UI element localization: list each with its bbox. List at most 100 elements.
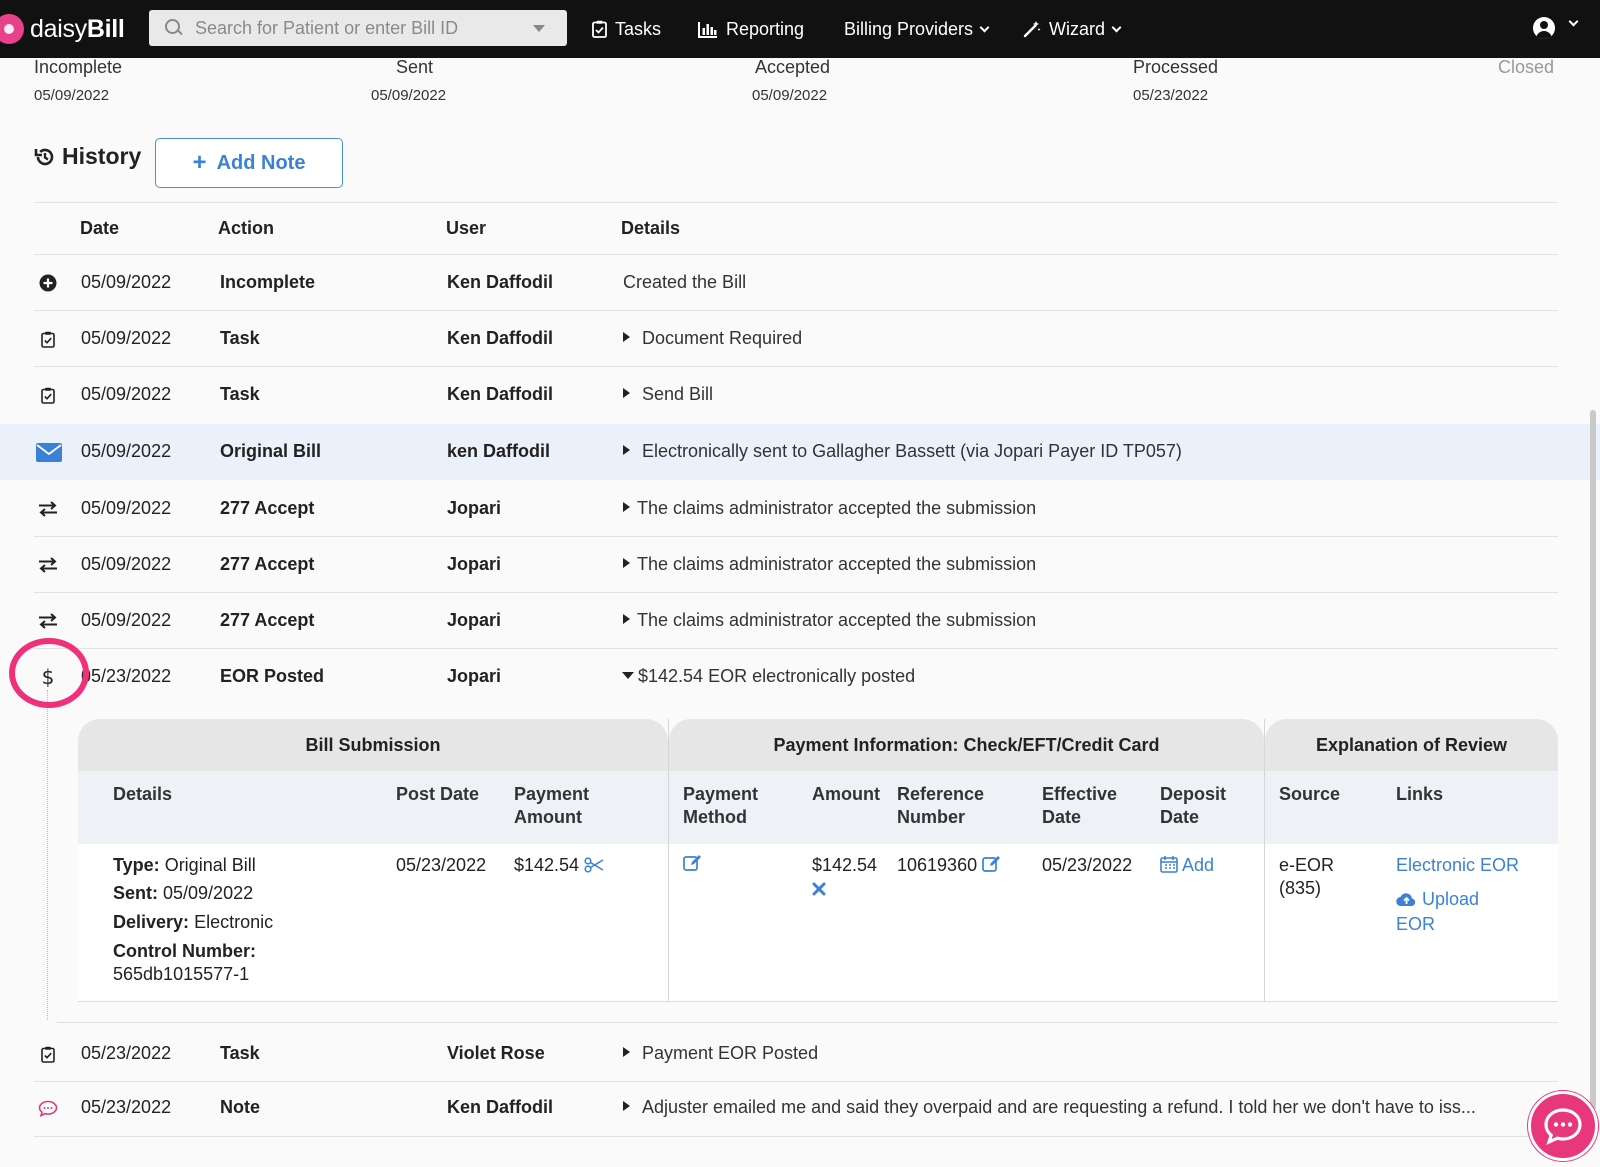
row-user: Violet Rose [447, 1043, 545, 1063]
status-incomplete: Incomplete 05/09/2022 [34, 57, 122, 104]
scissors-icon[interactable] [584, 856, 604, 879]
status-accepted: Accepted 05/09/2022 [752, 57, 830, 104]
row-action: Note [220, 1097, 260, 1117]
status-date: 05/23/2022 [1133, 87, 1209, 104]
column-header-details[interactable]: Details [621, 218, 680, 239]
clipboard-check-icon [592, 20, 607, 38]
daisy-flower-icon [0, 14, 24, 44]
user-account-icon[interactable] [1533, 17, 1555, 39]
subheader-details: Details [113, 784, 173, 804]
subheader-post-date: Post Date [396, 784, 480, 804]
calendar-icon [1160, 855, 1178, 879]
nav-wizard-label: Wizard [1049, 18, 1106, 39]
eor-subheader-band [78, 770, 1558, 844]
history-icon [34, 148, 54, 165]
caret-down-icon [622, 672, 634, 679]
nav-tasks[interactable]: Tasks [592, 0, 661, 58]
payment-amount-value: $142.54 [514, 855, 580, 875]
search-dropdown-caret-icon[interactable] [533, 24, 545, 32]
row-date: 05/09/2022 [81, 498, 172, 518]
nav-reporting[interactable]: Reporting [698, 0, 804, 58]
chat-support-button[interactable] [1528, 1091, 1598, 1161]
add-note-label: Add Note [216, 151, 306, 174]
row-details: Document Required [642, 328, 803, 348]
logo-text-bold: Bill [86, 14, 125, 43]
history-row: 05/09/2022 Task Ken Daffodil Send Bill [0, 367, 1600, 423]
row-user: ken Daffodil [447, 441, 551, 461]
exchange-icon [36, 553, 60, 577]
chevron-down-icon[interactable] [1568, 16, 1579, 27]
row-details: Created the Bill [623, 272, 747, 292]
source-value: e-EOR (835) [1279, 855, 1335, 898]
row-user: Jopari [447, 610, 502, 630]
row-action: Original Bill [220, 441, 322, 461]
row-details-toggle[interactable]: The claims administrator accepted the su… [623, 554, 1036, 575]
row-action: Task [220, 328, 260, 348]
row-details-toggle[interactable]: Payment EOR Posted [623, 1043, 818, 1064]
subheader-effective-date: Effective Date [1042, 784, 1118, 827]
subheader-deposit-date: Deposit Date [1160, 784, 1227, 827]
edit-payment-method-icon[interactable] [683, 854, 703, 878]
daisybill-logo[interactable]: daisyBill [0, 14, 140, 44]
status-label: Sent [396, 57, 434, 77]
timeline-connector [47, 690, 48, 1020]
highlight-circle-annotation [9, 638, 89, 708]
add-deposit-date-link[interactable]: Add [1160, 854, 1214, 879]
add-note-button[interactable]: + Add Note [155, 138, 343, 188]
reference-number-value: 10619360 [897, 855, 978, 875]
row-details-toggle[interactable]: Adjuster emailed me and said they overpa… [623, 1097, 1476, 1118]
search-box[interactable] [149, 10, 567, 46]
upload-eor-link[interactable]: Upload EOR [1396, 888, 1479, 936]
caret-right-icon [623, 445, 630, 455]
column-header-action[interactable]: Action [218, 218, 274, 239]
status-label: Processed [1133, 57, 1219, 77]
row-action: 277 Accept [220, 610, 315, 630]
chevron-down-icon [1111, 22, 1122, 32]
remove-amount-icon[interactable] [812, 879, 826, 902]
column-header-date[interactable]: Date [80, 218, 119, 239]
exchange-icon [36, 497, 60, 521]
history-row: 05/09/2022 Incomplete Ken Daffodil Creat… [0, 255, 1600, 311]
payment-amount: $142.54 [514, 854, 604, 879]
column-divider [1264, 719, 1265, 1002]
nav-tasks-label: Tasks [615, 18, 662, 39]
envelope-icon [36, 440, 62, 464]
caret-right-icon [623, 1101, 630, 1111]
status-closed: Closed [1498, 57, 1554, 78]
history-row: 05/09/2022 Original Bill ken Daffodil El… [0, 424, 1600, 480]
row-action: Task [220, 384, 260, 404]
row-details-toggle[interactable]: Document Required [623, 328, 802, 349]
row-details-toggle[interactable]: $142.54 EOR electronically posted [622, 666, 915, 687]
effective-date-value: 05/23/2022 [1042, 855, 1133, 875]
column-header-user[interactable]: User [446, 218, 486, 239]
history-row: 05/09/2022 277 Accept Jopari The claims … [0, 537, 1600, 593]
electronic-eor-link[interactable]: Electronic EOR [1396, 854, 1519, 877]
row-action: EOR Posted [220, 666, 325, 686]
row-details-toggle[interactable]: Send Bill [623, 384, 713, 405]
row-user: Jopari [447, 498, 502, 518]
row-details-toggle[interactable]: The claims administrator accepted the su… [623, 610, 1036, 631]
row-details: The claims administrator accepted the su… [637, 554, 1037, 574]
bar-chart-icon [698, 21, 718, 38]
row-date: 05/23/2022 [81, 1097, 172, 1117]
row-details-toggle[interactable]: The claims administrator accepted the su… [623, 498, 1036, 519]
row-details: The claims administrator accepted the su… [637, 498, 1037, 518]
status-processed: Processed 05/23/2022 [1133, 57, 1218, 104]
row-date: 05/23/2022 [81, 1043, 172, 1063]
history-row-expanded: $ 05/23/2022 EOR Posted Jopari $142.54 E… [0, 649, 1600, 705]
row-user: Ken Daffodil [447, 272, 553, 292]
edit-icon[interactable] [982, 855, 1002, 879]
nav-wizard[interactable]: Wizard [1023, 0, 1122, 58]
row-date: 05/09/2022 [81, 554, 172, 574]
search-input[interactable] [195, 17, 525, 39]
caret-right-icon [623, 558, 630, 568]
post-date-value: 05/23/2022 [396, 855, 487, 875]
bill-delivery: Delivery: Electronic [113, 912, 274, 932]
page-scrollbar[interactable] [1590, 410, 1596, 1110]
row-details-toggle[interactable]: Electronically sent to Gallagher Bassett… [623, 441, 1182, 462]
row-details: Adjuster emailed me and said they overpa… [642, 1097, 1476, 1117]
clipboard-check-icon [36, 1042, 60, 1066]
nav-billing-providers[interactable]: Billing Providers [844, 0, 990, 58]
subheader-source: Source [1279, 784, 1341, 804]
row-date: 05/09/2022 [81, 328, 172, 348]
